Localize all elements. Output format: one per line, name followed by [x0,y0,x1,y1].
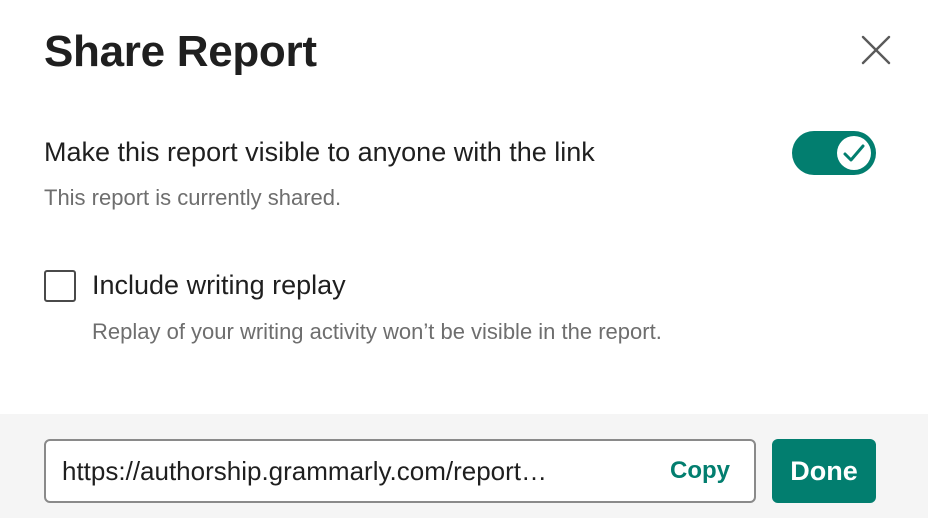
close-icon [861,35,891,65]
visibility-status: This report is currently shared. [44,185,342,210]
share-link-field: Copy [44,439,756,503]
close-button[interactable] [856,30,896,70]
writing-replay-description: Replay of your writing activity won’t be… [92,319,662,344]
visibility-label: Make this report visible to anyone with … [44,137,595,167]
toggle-knob [837,136,871,170]
check-icon [843,144,865,162]
share-link-input[interactable] [62,441,638,501]
done-button[interactable]: Done [772,439,876,503]
copy-button[interactable]: Copy [670,441,730,501]
visibility-toggle[interactable] [792,131,876,175]
writing-replay-checkbox[interactable] [44,270,76,302]
share-report-dialog: Share Report Make this report visible to… [0,0,928,518]
dialog-title: Share Report [44,27,317,76]
writing-replay-label[interactable]: Include writing replay [92,269,346,301]
